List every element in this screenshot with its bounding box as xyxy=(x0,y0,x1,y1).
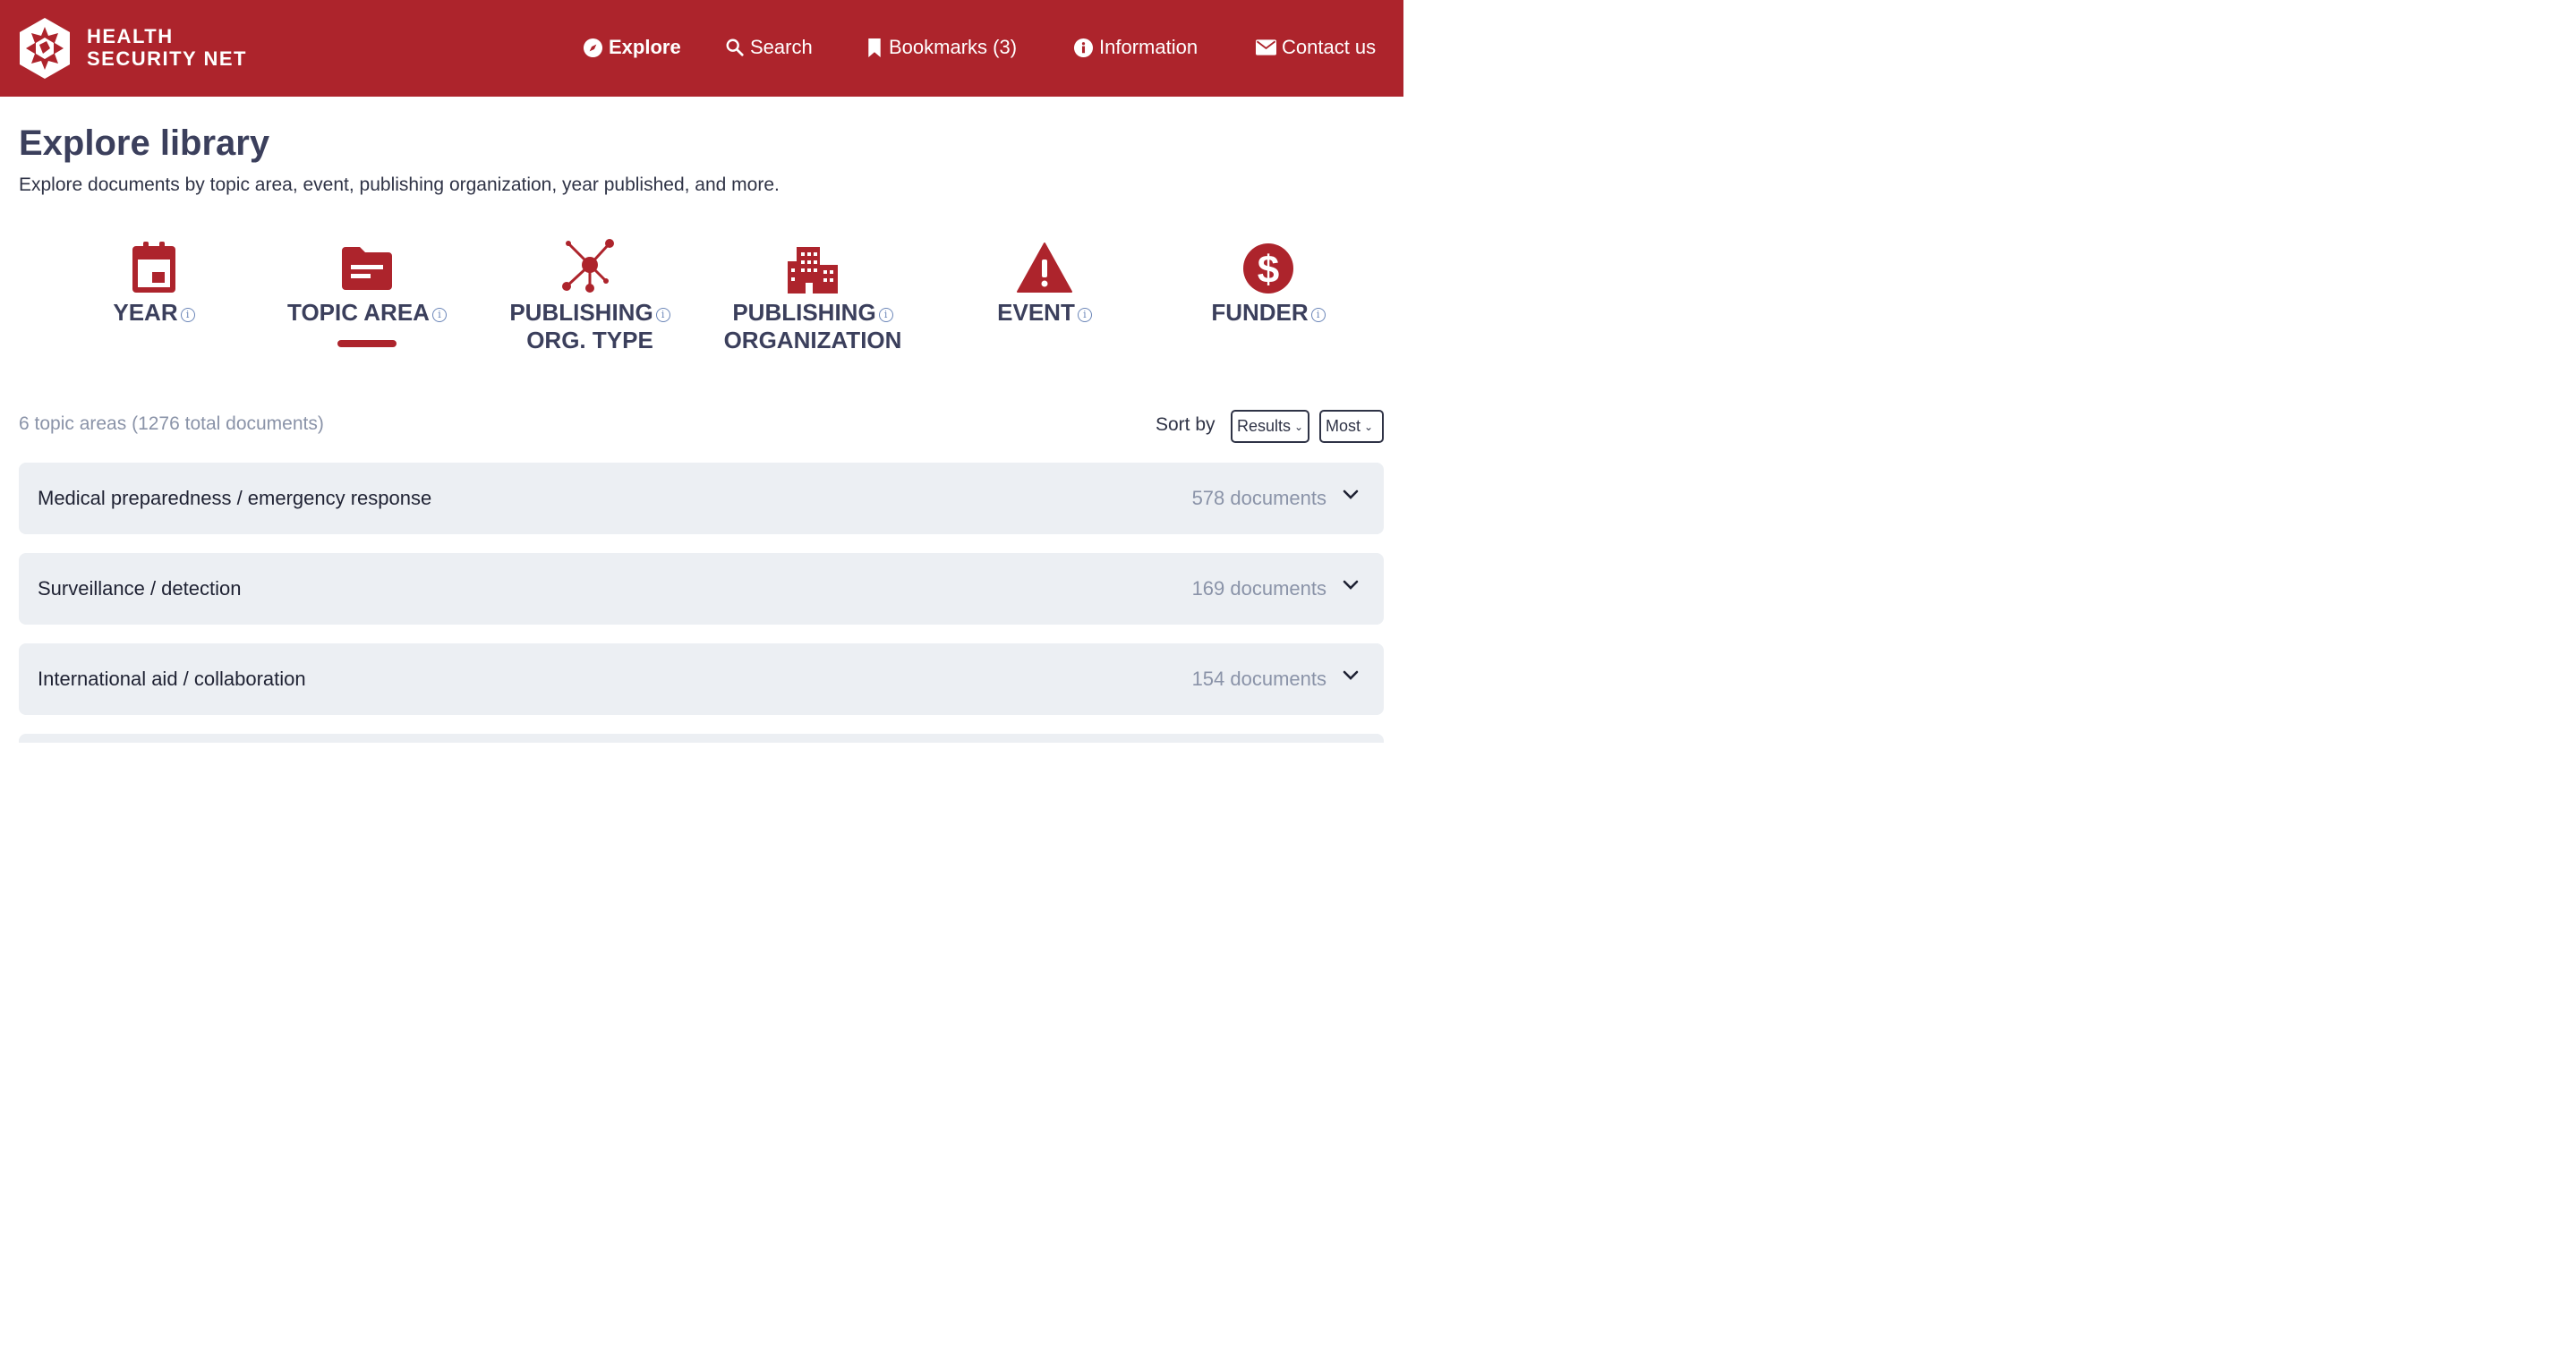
top-navbar: HEALTH SECURITY NET Explore Search Bookm… xyxy=(0,0,1403,97)
nav-bookmarks[interactable]: Bookmarks (3) xyxy=(866,33,1017,62)
info-circle-icon[interactable]: i xyxy=(180,308,195,322)
category-event-label: EVENT xyxy=(997,299,1075,326)
chevron-down-icon[interactable] xyxy=(1343,489,1359,500)
bookmark-icon xyxy=(868,38,881,57)
results-summary: 6 topic areas (1276 total documents) xyxy=(19,413,324,434)
category-year-label: YEAR xyxy=(113,299,178,326)
page-title: Explore library xyxy=(19,123,270,163)
topic-row[interactable]: International aid / collaboration 154 do… xyxy=(19,643,1384,715)
chevron-down-icon[interactable] xyxy=(1343,670,1359,681)
category-publishing-organization[interactable]: PUBLISHING i ORGANIZATION xyxy=(705,238,920,354)
category-publishing-org-type-label-2: ORG. TYPE xyxy=(526,327,653,353)
nav-contact[interactable]: Contact us xyxy=(1256,33,1376,62)
compass-icon xyxy=(583,38,603,57)
category-publishing-org-type[interactable]: PUBLISHING i ORG. TYPE xyxy=(482,238,697,354)
category-funder-label: FUNDER xyxy=(1211,299,1309,326)
nav-search[interactable]: Search xyxy=(725,33,813,62)
topic-title: Surveillance / detection xyxy=(38,577,242,600)
nav-information[interactable]: Information xyxy=(1073,33,1198,62)
topic-row-partial[interactable] xyxy=(19,734,1384,743)
info-circle-icon[interactable]: i xyxy=(655,308,670,322)
category-publishing-organization-label-2: ORGANIZATION xyxy=(723,327,902,353)
info-circle-icon[interactable]: i xyxy=(1077,308,1092,322)
topic-row[interactable]: Medical preparedness / emergency respons… xyxy=(19,463,1384,534)
category-publishing-org-type-label-1: PUBLISHING xyxy=(509,299,653,326)
topic-document-count: 169 documents xyxy=(1191,577,1326,600)
topic-title: International aid / collaboration xyxy=(38,668,306,690)
chevron-down-icon[interactable] xyxy=(1343,580,1359,591)
mail-icon xyxy=(1256,39,1276,55)
category-publishing-organization-label-1: PUBLISHING xyxy=(732,299,876,326)
chevron-down-icon: ⌄ xyxy=(1294,420,1304,433)
health-security-net-logo-icon[interactable] xyxy=(18,18,72,79)
topic-document-count: 578 documents xyxy=(1191,487,1326,509)
selected-category-indicator xyxy=(337,340,397,347)
nav-explore[interactable]: Explore xyxy=(583,33,681,62)
info-circle-icon[interactable]: i xyxy=(431,308,447,322)
nav-information-label: Information xyxy=(1099,36,1198,58)
svg-text:$: $ xyxy=(1258,248,1279,292)
warning-icon xyxy=(1017,243,1072,293)
info-circle-icon[interactable]: i xyxy=(1310,308,1326,322)
nav-explore-label: Explore xyxy=(609,36,681,58)
sort-field-value: Results xyxy=(1237,417,1292,435)
page-subtitle: Explore documents by topic area, event, … xyxy=(19,174,780,195)
folder-icon xyxy=(342,247,392,290)
category-topic-area[interactable]: TOPIC AREA i xyxy=(260,238,474,327)
nav-search-label: Search xyxy=(750,36,813,58)
topic-document-count: 154 documents xyxy=(1191,668,1326,690)
category-funder[interactable]: $ FUNDER i xyxy=(1161,238,1376,327)
search-icon xyxy=(726,38,744,56)
category-year[interactable]: YEAR i xyxy=(47,238,261,327)
sort-by-label: Sort by xyxy=(1156,414,1215,435)
network-icon xyxy=(562,239,614,293)
info-circle-icon[interactable]: i xyxy=(878,308,893,322)
sort-field-select[interactable]: Results ⌄ xyxy=(1231,410,1309,443)
sort-order-value: Most xyxy=(1326,417,1361,435)
category-event[interactable]: EVENT i xyxy=(937,238,1152,327)
info-icon xyxy=(1073,38,1094,57)
brand-name[interactable]: HEALTH SECURITY NET xyxy=(87,25,247,70)
dollar-icon: $ xyxy=(1243,243,1293,294)
nav-bookmarks-label: Bookmarks (3) xyxy=(889,36,1018,58)
nav-contact-label: Contact us xyxy=(1282,36,1377,58)
topic-row[interactable]: Surveillance / detection 169 documents xyxy=(19,553,1384,625)
calendar-icon xyxy=(132,242,175,293)
topic-title: Medical preparedness / emergency respons… xyxy=(38,487,432,509)
brand-line-1: HEALTH xyxy=(87,25,174,47)
brand-line-2: SECURITY NET xyxy=(87,47,247,70)
building-icon xyxy=(788,247,838,294)
sort-order-select[interactable]: Most ⌄ xyxy=(1319,410,1384,443)
chevron-down-icon: ⌄ xyxy=(1364,420,1374,433)
category-topic-area-label: TOPIC AREA xyxy=(287,299,430,326)
